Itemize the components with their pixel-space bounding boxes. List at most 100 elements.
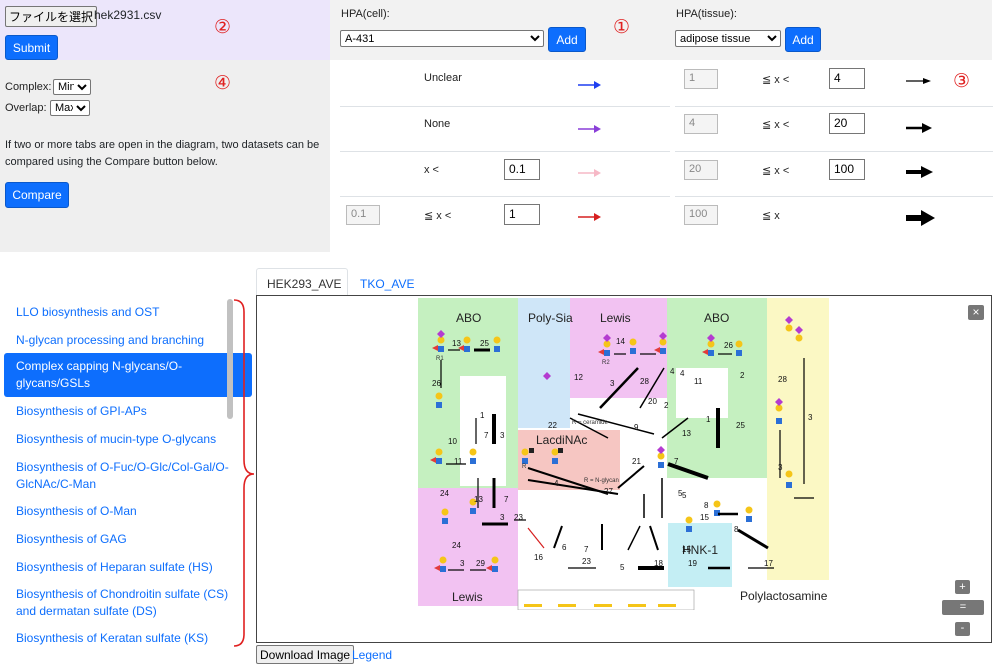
sidebar-item-mucin[interactable]: Biosynthesis of mucin-type O-glycans (4, 431, 252, 448)
close-diagram-button[interactable]: × (968, 305, 984, 320)
zoom-reset-button[interactable]: = (942, 600, 984, 615)
step-number: 27 (604, 487, 613, 496)
step-number: 15 (700, 513, 709, 522)
legend-width-arrow (906, 210, 935, 226)
sidebar-item-cs-ds[interactable]: Biosynthesis of Chondroitin sulfate (CS)… (4, 586, 252, 620)
step-number: 1 (706, 415, 711, 424)
step-number: 25 (736, 421, 745, 430)
compare-info: If two or more tabs are open in the diag… (5, 139, 320, 168)
step-number: 11 (694, 377, 703, 386)
legend-threshold-input[interactable]: 1 (504, 204, 540, 225)
step-number: 1 (480, 411, 485, 420)
step-number: 13 (474, 495, 483, 504)
hpa-tissue-add-button[interactable]: Add (785, 27, 821, 52)
step-number: 9 (634, 423, 639, 432)
sidebar-item-complex-capping[interactable]: Complex capping N-glycans/O-glycans/GSLs (4, 353, 252, 397)
step-number: 15 (682, 545, 691, 554)
sidebar-item-o-man[interactable]: Biosynthesis of O-Man (4, 503, 252, 520)
overlap-select[interactable]: Max (50, 100, 90, 116)
legend-width-high-input[interactable]: 20 (829, 113, 865, 134)
sidebar-item-llo[interactable]: LLO biosynthesis and OST (4, 304, 252, 321)
legend-width-low: 1 (684, 69, 718, 89)
sidebar-item-ks[interactable]: Biosynthesis of Keratan sulfate (KS) (4, 630, 252, 647)
choose-file-button[interactable]: ファイルを選択 (5, 6, 98, 27)
step-number: 7 (584, 545, 589, 554)
download-image-button[interactable]: Download Image (256, 645, 355, 664)
step-number: 2 (740, 371, 745, 380)
complex-label: Complex: (5, 81, 52, 93)
step-number: 21 (632, 457, 641, 466)
legend-width-low: 100 (684, 205, 718, 225)
legend-link[interactable]: Legend (352, 648, 392, 662)
sidebar-item-n-glycan[interactable]: N-glycan processing and branching (4, 332, 252, 349)
step-number: 8 (734, 525, 739, 534)
legend-color-arrow (578, 81, 601, 89)
legend-width-label: ≦ x (762, 210, 780, 222)
step-number: 5 (682, 491, 687, 500)
region-label: Poly-Sia (528, 311, 573, 325)
legend-width-low: 4 (684, 114, 718, 134)
step-number: 7 (674, 457, 679, 466)
glycan-pathway-diagram[interactable]: ABO Poly-Sia Lewis ABO LacdiNAc Lewis HN… (418, 298, 832, 610)
legend-width-label: ≦ x < (762, 165, 790, 177)
sidebar-item-gag[interactable]: Biosynthesis of GAG (4, 531, 252, 548)
region-lewis-bottom (418, 488, 518, 606)
legend-width-label: ≦ x < (762, 119, 790, 131)
legend-width-arrow (906, 166, 933, 178)
file-name: hek2931.csv (94, 8, 162, 22)
step-number: 3 (500, 513, 505, 522)
legend-divider (675, 196, 993, 197)
step-number: 4 (670, 367, 675, 376)
step-number: 3 (500, 431, 505, 440)
step-number: 13 (452, 339, 461, 348)
hpa-cell-select[interactable]: A-431 (340, 30, 544, 47)
marker-3: ③ (953, 70, 971, 92)
hpa-tissue-select[interactable]: adipose tissue (675, 30, 781, 47)
marker-4: ④ (214, 72, 232, 94)
legend-divider (675, 151, 993, 152)
zoom-out-button[interactable]: - (955, 622, 970, 636)
legend-color-label: ≦ x < (424, 210, 452, 222)
svg-text:R: R (522, 464, 527, 470)
svg-text:R1: R1 (436, 356, 444, 362)
step-number: 7 (504, 495, 509, 504)
legend-divider (340, 106, 670, 107)
hpa-cell-add-button[interactable]: Add (548, 27, 586, 52)
legend-color-label: x < (424, 164, 439, 176)
svg-text:R = ceramide: R = ceramide (572, 420, 609, 426)
step-number: 28 (640, 377, 649, 386)
step-number: 20 (648, 397, 657, 406)
hpa-tissue-label: HPA(tissue): (676, 8, 737, 20)
sidebar-item-hs[interactable]: Biosynthesis of Heparan sulfate (HS) (4, 559, 252, 576)
sidebar-item-gpi[interactable]: Biosynthesis of GPI-APs (4, 403, 252, 420)
legend-color-label: Unclear (424, 72, 462, 84)
step-number: 10 (448, 437, 457, 446)
step-number: 23 (582, 557, 591, 566)
step-number: 28 (778, 375, 787, 384)
legend-width-arrow (906, 123, 932, 133)
submit-button[interactable]: Submit (5, 35, 58, 60)
tab-hek293-label: HEK293_AVE (267, 277, 342, 291)
legend-width-low: 20 (684, 160, 718, 180)
step-number: 3 (808, 413, 813, 422)
legend-divider (340, 151, 670, 152)
region-label: ABO (456, 311, 481, 325)
legend-threshold-display: 0.1 (346, 205, 380, 225)
tab-tko[interactable]: TKO_AVE (360, 277, 414, 291)
step-number: 17 (764, 559, 773, 568)
marker-2: ② (214, 16, 232, 38)
complex-select[interactable]: Min (53, 79, 91, 95)
legend-divider (675, 106, 993, 107)
hpa-cell-label: HPA(cell): (341, 8, 390, 20)
legend-width-high-input[interactable]: 100 (829, 159, 865, 180)
region-label: Lewis (452, 590, 483, 604)
svg-text:R2: R2 (602, 360, 610, 366)
step-number: 7 (484, 431, 489, 440)
step-number: 22 (548, 421, 557, 430)
legend-width-high-input[interactable]: 4 (829, 68, 865, 89)
compare-button[interactable]: Compare (5, 182, 69, 208)
sidebar-item-o-fuc[interactable]: Biosynthesis of O-Fuc/O-Glc/Col-Gal/O-Gl… (4, 459, 252, 493)
step-number: 11 (454, 457, 463, 466)
legend-threshold-input[interactable]: 0.1 (504, 159, 540, 180)
zoom-in-button[interactable]: + (955, 580, 970, 594)
